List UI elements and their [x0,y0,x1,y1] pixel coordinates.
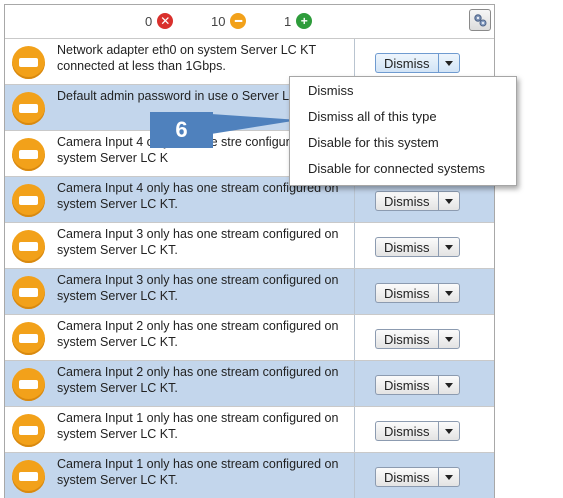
menu-item-disable-for-connected-systems[interactable]: Disable for connected systems [308,161,485,176]
settings-gears-icon [474,14,487,27]
warning-icon [12,414,45,447]
chevron-down-icon [444,336,453,342]
column-divider [354,361,355,406]
dismiss-options-dropdown[interactable] [437,467,460,487]
info-count: 1 [284,13,292,29]
column-divider [354,269,355,314]
dismiss-button[interactable]: Dismiss [375,329,438,349]
dismiss-options-dropdown[interactable] [437,375,460,395]
dismiss-options-dropdown[interactable] [437,237,460,257]
info-plus-icon: + [296,13,313,29]
warning-count: 10 [211,13,226,29]
dismiss-button[interactable]: Dismiss [375,421,438,441]
alert-row[interactable]: Camera Input 1 only has one stream confi… [5,452,494,498]
warning-icon [12,368,45,401]
dismiss-button[interactable]: Dismiss [375,237,438,257]
alert-row[interactable]: Camera Input 3 only has one stream confi… [5,268,494,314]
dismiss-button[interactable]: Dismiss [375,191,438,211]
alert-message: Camera Input 1 only has one stream confi… [57,457,339,487]
column-divider [354,315,355,360]
error-x-icon: ✕ [157,13,174,29]
menu-item-dismiss[interactable]: Dismiss [308,83,354,98]
column-divider [354,407,355,452]
dismiss-options-dropdown[interactable] [437,421,460,441]
warning-icon [12,276,45,309]
warning-icon [12,322,45,355]
alert-message: Camera Input 2 only has one stream confi… [57,365,339,395]
dismiss-split-button: Dismiss [375,283,460,303]
callout-number: 6 [175,117,188,142]
alert-row[interactable]: Camera Input 2 only has one stream confi… [5,314,494,360]
dismiss-split-button: Dismiss [375,467,460,487]
dismiss-split-button: Dismiss [375,191,460,211]
warning-counter[interactable]: 10 ━ [211,13,247,29]
alert-message: Camera Input 2 only has one stream confi… [57,319,339,349]
dismiss-button[interactable]: Dismiss [375,375,438,395]
warning-icon [12,92,45,125]
alert-row[interactable]: Camera Input 2 only has one stream confi… [5,360,494,406]
alert-message: Camera Input 3 only has one stream confi… [57,273,339,303]
dismiss-button[interactable]: Dismiss [375,283,438,303]
error-count: 0 [145,13,153,29]
column-divider [354,223,355,268]
error-counter[interactable]: 0 ✕ [145,13,174,29]
dismiss-split-button: Dismiss [375,329,460,349]
dismiss-button[interactable]: Dismiss [375,53,438,73]
warning-icon [12,138,45,171]
dismiss-options-dropdown[interactable] [437,283,460,303]
chevron-down-icon [444,382,453,388]
dismiss-dropdown-menu: Dismiss Dismiss all of this type Disable… [289,76,517,186]
settings-button[interactable] [469,9,491,31]
warning-icon [12,184,45,217]
warning-dash-icon: ━ [230,13,247,29]
menu-item-disable-for-system[interactable]: Disable for this system [308,135,439,150]
warning-icon [12,230,45,263]
dismiss-button[interactable]: Dismiss [375,467,438,487]
dismiss-split-button: Dismiss [375,237,460,257]
dismiss-split-button: Dismiss [375,375,460,395]
chevron-down-icon [444,198,453,204]
warning-icon [12,46,45,79]
dismiss-split-button: Dismiss [375,421,460,441]
warning-icon [12,460,45,493]
dismiss-options-dropdown[interactable] [437,191,460,211]
dismiss-split-button: Dismiss [375,53,460,73]
dismiss-options-dropdown[interactable] [437,329,460,349]
alert-message: Camera Input 3 only has one stream confi… [57,227,339,257]
chevron-down-icon [444,60,453,66]
column-divider [354,453,355,498]
chevron-down-icon [444,428,453,434]
menu-item-dismiss-all-of-type[interactable]: Dismiss all of this type [308,109,437,124]
chevron-down-icon [444,244,453,250]
alert-row[interactable]: Camera Input 3 only has one stream confi… [5,222,494,268]
alert-row[interactable]: Camera Input 1 only has one stream confi… [5,406,494,452]
callout-pointer-arrow [211,114,299,134]
info-counter[interactable]: 1 + [284,13,313,29]
chevron-down-icon [444,290,453,296]
step-callout: 6 [150,112,213,148]
alerts-toolbar: 0 ✕ 10 ━ 1 + [5,5,494,38]
chevron-down-icon [444,474,453,480]
alert-message: Camera Input 1 only has one stream confi… [57,411,339,441]
dismiss-options-dropdown[interactable] [437,53,460,73]
alert-message: Network adapter eth0 on system Server LC… [57,43,316,73]
